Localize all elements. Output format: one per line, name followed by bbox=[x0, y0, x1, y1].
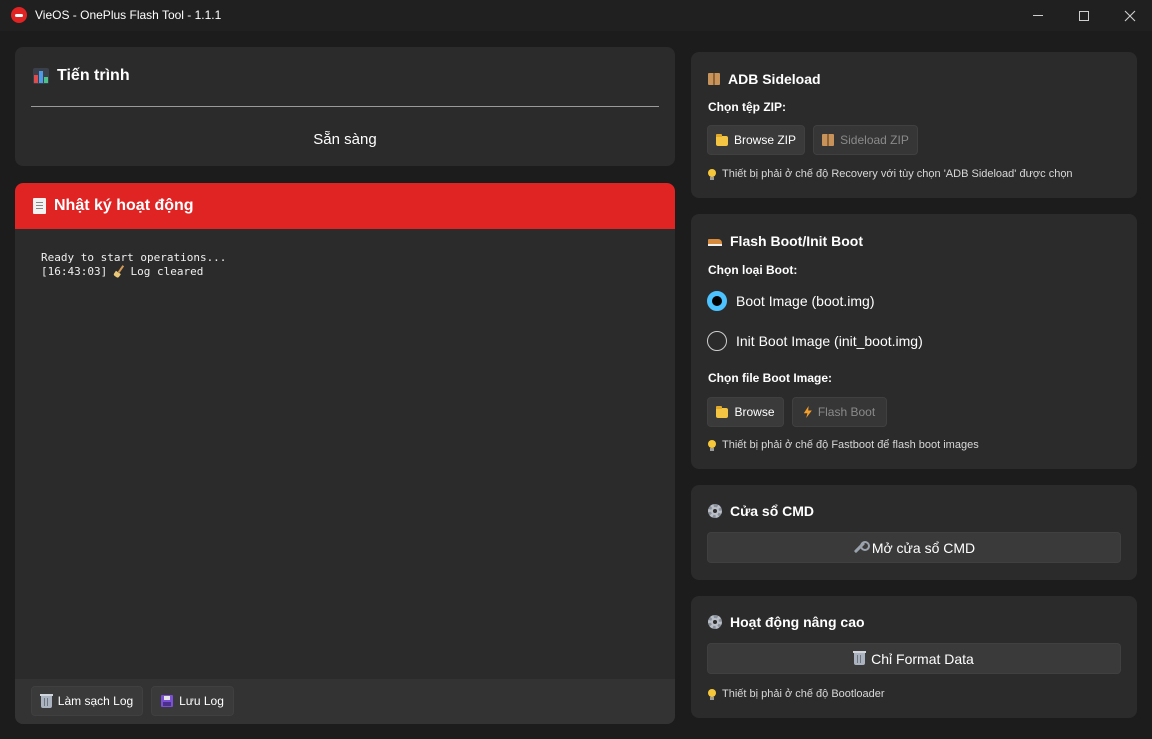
progress-heading: Tiến trình bbox=[33, 67, 130, 85]
title-bar: VieOS - OnePlus Flash Tool - 1.1.1 bbox=[0, 0, 1152, 31]
save-log-label: Lưu Log bbox=[179, 694, 224, 708]
minimize-button[interactable] bbox=[1015, 0, 1061, 31]
progress-title: Tiến trình bbox=[57, 67, 130, 84]
open-cmd-label: Mở cửa sổ CMD bbox=[871, 539, 976, 556]
radio-boot-label: Boot Image (boot.img) bbox=[736, 293, 875, 309]
clear-log-button[interactable]: Làm sạch Log bbox=[31, 686, 143, 716]
package-icon bbox=[822, 134, 835, 146]
log-output[interactable]: Ready to start operations... [16:43:03] … bbox=[41, 251, 226, 279]
close-icon bbox=[1124, 10, 1136, 21]
browse-zip-label: Browse ZIP bbox=[733, 133, 796, 147]
clipboard-icon bbox=[33, 198, 46, 214]
folder-icon bbox=[715, 134, 728, 146]
boot-title: Flash Boot/Init Boot bbox=[730, 233, 863, 249]
advanced-panel: Hoạt động nâng cao Chỉ Format Data Thiết… bbox=[691, 596, 1137, 718]
radio-boot-image[interactable]: Boot Image (boot.img) bbox=[707, 291, 875, 311]
adb-hint-text: Thiết bị phải ở chế độ Recovery với tùy … bbox=[722, 168, 1073, 180]
open-cmd-button[interactable]: Mở cửa sổ CMD bbox=[707, 532, 1121, 563]
progress-status: Sẵn sàng bbox=[313, 131, 377, 148]
radio-selected-icon[interactable] bbox=[707, 291, 727, 311]
progress-bar bbox=[31, 106, 659, 107]
browse-boot-label: Browse bbox=[734, 405, 775, 419]
radio-unselected-icon[interactable] bbox=[707, 331, 727, 351]
wrench-icon bbox=[853, 541, 870, 554]
advanced-hint-text: Thiết bị phải ở chế độ Bootloader bbox=[722, 688, 885, 700]
sideload-zip-label: Sideload ZIP bbox=[840, 133, 909, 147]
lightbulb-icon bbox=[708, 168, 716, 180]
adb-hint: Thiết bị phải ở chế độ Recovery với tùy … bbox=[708, 168, 1073, 180]
boot-heading: Flash Boot/Init Boot bbox=[708, 233, 863, 249]
adb-zip-label: Chọn tệp ZIP: bbox=[708, 100, 786, 114]
format-data-label: Chỉ Format Data bbox=[871, 650, 974, 667]
cmd-title: Cửa sổ CMD bbox=[730, 503, 815, 519]
format-data-button[interactable]: Chỉ Format Data bbox=[707, 643, 1121, 674]
bar-chart-icon bbox=[33, 68, 49, 84]
boot-hint: Thiết bị phải ở chế độ Fastboot để flash… bbox=[708, 439, 979, 451]
minimize-icon bbox=[1033, 15, 1043, 16]
folder-icon bbox=[716, 406, 729, 418]
adb-sideload-panel: ADB Sideload Chọn tệp ZIP: Browse ZIP Si… bbox=[691, 52, 1137, 198]
log-line: Log cleared bbox=[130, 265, 204, 278]
clear-log-label: Làm sạch Log bbox=[57, 694, 134, 708]
cmd-heading: Cửa sổ CMD bbox=[708, 503, 814, 519]
adb-heading: ADB Sideload bbox=[708, 71, 821, 87]
boot-hint-text: Thiết bị phải ở chế độ Fastboot để flash… bbox=[722, 439, 979, 451]
gear-icon bbox=[708, 615, 722, 629]
flash-boot-panel: Flash Boot/Init Boot Chọn loại Boot: Boo… bbox=[691, 214, 1137, 469]
radio-init-label: Init Boot Image (init_boot.img) bbox=[736, 333, 923, 349]
log-footer: Làm sạch Log Lưu Log bbox=[15, 679, 675, 724]
boot-type-label: Chọn loại Boot: bbox=[708, 263, 798, 277]
save-log-button[interactable]: Lưu Log bbox=[151, 686, 234, 716]
maximize-button[interactable] bbox=[1061, 0, 1107, 31]
lightbulb-icon bbox=[708, 439, 716, 451]
browse-zip-button[interactable]: Browse ZIP bbox=[707, 125, 805, 155]
log-title: Nhật ký hoạt động bbox=[54, 197, 194, 214]
window-title: VieOS - OnePlus Flash Tool - 1.1.1 bbox=[35, 8, 222, 22]
progress-panel: Tiến trình Sẵn sàng bbox=[15, 47, 675, 166]
broom-icon bbox=[114, 266, 124, 276]
adb-title: ADB Sideload bbox=[728, 71, 821, 87]
advanced-hint: Thiết bị phải ở chế độ Bootloader bbox=[708, 688, 885, 700]
trash-icon bbox=[39, 693, 53, 708]
sideload-zip-button[interactable]: Sideload ZIP bbox=[813, 125, 918, 155]
browse-boot-button[interactable]: Browse bbox=[707, 397, 784, 427]
boot-file-label: Chọn file Boot Image: bbox=[708, 371, 832, 385]
log-panel: Nhật ký hoạt động Ready to start operati… bbox=[15, 183, 675, 724]
floppy-disk-icon bbox=[161, 695, 174, 707]
cmd-panel: Cửa sổ CMD Mở cửa sổ CMD bbox=[691, 485, 1137, 580]
advanced-heading: Hoạt động nâng cao bbox=[708, 614, 865, 630]
radio-init-boot-image[interactable]: Init Boot Image (init_boot.img) bbox=[707, 331, 923, 351]
flash-boot-label: Flash Boot bbox=[817, 405, 876, 419]
gear-icon bbox=[708, 504, 722, 518]
package-icon bbox=[708, 73, 720, 85]
flash-boot-button[interactable]: Flash Boot bbox=[792, 397, 887, 427]
lightning-icon bbox=[803, 406, 812, 418]
maximize-icon bbox=[1079, 10, 1089, 21]
log-timestamp: [16:43:03] bbox=[41, 265, 108, 278]
vieos-logo-icon bbox=[11, 7, 27, 23]
log-header: Nhật ký hoạt động bbox=[15, 183, 675, 229]
close-button[interactable] bbox=[1107, 0, 1152, 31]
trash-icon bbox=[853, 651, 867, 665]
boot-shoe-icon bbox=[708, 236, 722, 246]
lightbulb-icon bbox=[708, 688, 716, 700]
advanced-title: Hoạt động nâng cao bbox=[730, 614, 865, 630]
log-line: Ready to start operations... bbox=[41, 251, 227, 264]
